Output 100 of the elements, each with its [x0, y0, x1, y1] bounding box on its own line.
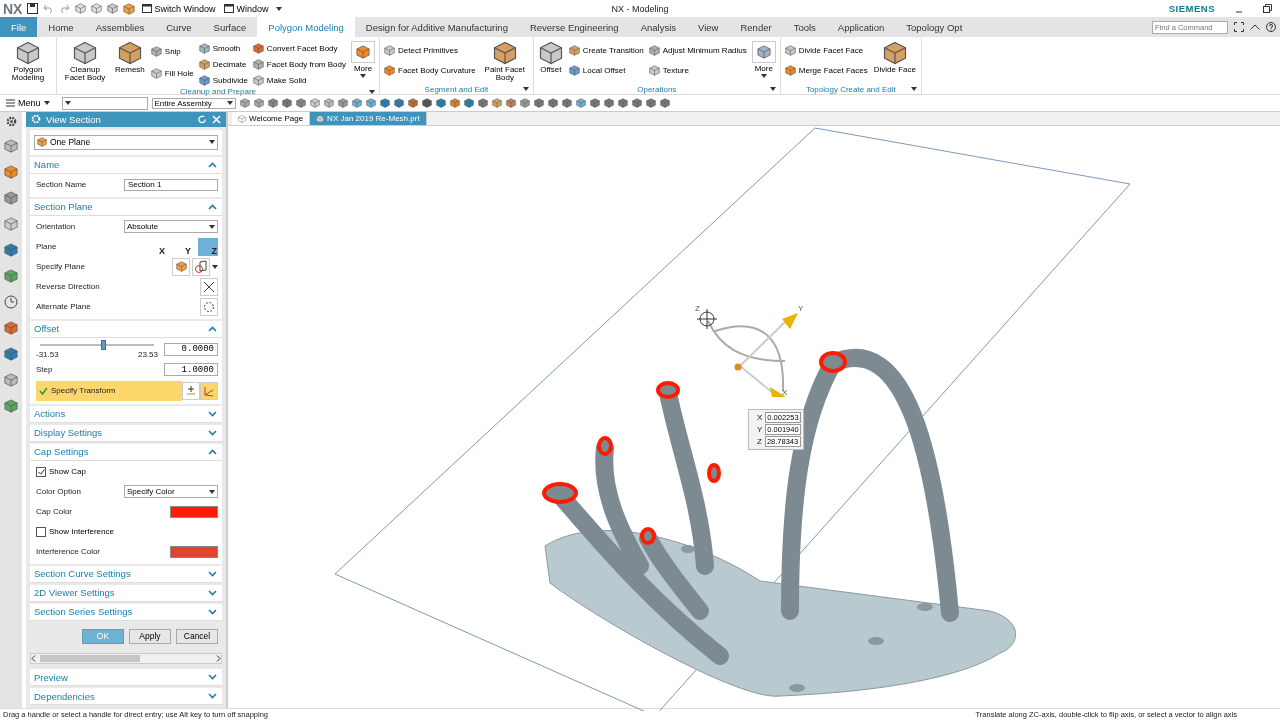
ribbon-tab[interactable]: Analysis	[629, 17, 688, 37]
ribbon-button[interactable]: Local Offset	[568, 63, 644, 78]
ribbon-button[interactable]: Remesh	[114, 41, 146, 75]
dropdown[interactable]: Specify Color	[124, 485, 218, 499]
transform-selector[interactable]: Specify Transform	[36, 380, 182, 401]
csys-button[interactable]	[200, 381, 218, 400]
restore-icon[interactable]	[1263, 4, 1272, 13]
dropdown[interactable]: Absolute	[124, 220, 218, 234]
ribbon-button[interactable]: Smooth	[198, 41, 248, 55]
help-icon[interactable]	[1266, 22, 1276, 32]
clock-icon[interactable]	[4, 295, 18, 309]
filter-dropdown[interactable]	[61, 96, 148, 110]
ribbon-button[interactable]: Cleanup Facet Body	[61, 41, 109, 83]
plane-button[interactable]: Z	[198, 237, 218, 256]
gear-icon[interactable]	[5, 116, 17, 127]
ribbon-button[interactable]: Merge Facet Faces	[784, 63, 868, 78]
ribbon-button[interactable]: Adjust Minimum Radius	[648, 43, 747, 58]
ribbon-button[interactable]: Snip	[150, 44, 194, 58]
ribbon-button[interactable]: Polygon Modeling	[4, 41, 52, 83]
ribbon-tab[interactable]: Tools	[782, 17, 827, 37]
ribbon-tab[interactable]: Design for Additive Manufacturing	[354, 17, 519, 37]
offset-slider[interactable]	[40, 339, 154, 350]
expand-icon[interactable]	[208, 429, 217, 436]
collapse-icon[interactable]	[208, 325, 217, 332]
collapse-icon[interactable]	[208, 161, 217, 168]
section-header[interactable]: Name	[34, 159, 60, 171]
point-button[interactable]	[182, 381, 200, 400]
caret-icon	[910, 87, 917, 91]
plane-tool-button[interactable]	[192, 257, 210, 276]
scroll-right-icon[interactable]	[216, 654, 221, 662]
ribbon-tab[interactable]: Surface	[202, 17, 258, 37]
ribbon-tab[interactable]: Topology Opt	[895, 17, 974, 37]
slider-thumb[interactable]	[100, 339, 106, 350]
save-icon[interactable]	[27, 3, 39, 14]
ribbon-tab[interactable]: Curve	[155, 17, 203, 37]
bracket-drawing[interactable]	[542, 349, 1017, 697]
reset-icon[interactable]	[198, 114, 207, 124]
ribbon-button[interactable]: Divide Facet Face	[784, 43, 868, 58]
quick-access-button[interactable]: Switch Window	[140, 3, 218, 14]
section-header[interactable]: Cap Settings	[34, 446, 89, 458]
expand-icon[interactable]	[208, 410, 217, 417]
plane-button[interactable]: X	[146, 237, 166, 256]
section-header[interactable]: Preview	[34, 671, 68, 683]
menu-button[interactable]: Menu	[6, 98, 58, 108]
ribbon-button[interactable]: Decimate	[198, 57, 248, 71]
close-icon[interactable]	[212, 114, 221, 124]
expand-icon[interactable]	[208, 589, 217, 596]
collapse-icon[interactable]	[208, 203, 217, 210]
fullscreen-icon[interactable]	[1234, 22, 1244, 32]
ribbon-tab[interactable]: Assemblies	[84, 17, 156, 37]
expand-icon[interactable]	[208, 570, 217, 577]
ribbon-tab[interactable]: Render	[729, 17, 783, 37]
document-tab[interactable]: Welcome Page	[232, 112, 311, 125]
undo-icon[interactable]	[43, 4, 55, 13]
collapse-icon[interactable]	[208, 448, 217, 455]
ribbon-button[interactable]: Detect Primitives	[384, 43, 476, 58]
ribbon-button[interactable]: Convert Facet Body	[252, 41, 346, 55]
ribbon-button[interactable]: Paint Facet Body	[480, 41, 529, 83]
ribbon-button[interactable]: Texture	[648, 63, 747, 78]
reverse-button[interactable]	[200, 277, 218, 296]
ribbon-button[interactable]: Facet Body Curvature	[384, 63, 476, 78]
scrollbar-thumb[interactable]	[40, 654, 140, 662]
gizmo-drawing[interactable]	[696, 308, 798, 397]
dialog-button[interactable]: Apply	[129, 628, 171, 644]
section-header[interactable]: Actions	[34, 408, 66, 420]
checkbox[interactable]: Show Interference	[36, 526, 114, 537]
plane-button[interactable]: Y	[172, 237, 192, 256]
ribbon-tab[interactable]: Reverse Engineering	[518, 17, 630, 37]
expand-icon[interactable]	[208, 674, 217, 680]
number-field[interactable]: 0.0000	[164, 342, 218, 356]
ribbon-button[interactable]: Divide Face	[872, 41, 917, 75]
expand-icon[interactable]	[208, 608, 217, 615]
tool-button[interactable]	[172, 257, 190, 276]
expand-icon[interactable]	[208, 693, 217, 699]
ribbon-tab[interactable]: Polygon Modeling	[257, 17, 355, 37]
ribbon-button[interactable]: Fill Hole	[150, 66, 194, 80]
text-field[interactable]: Section 1	[124, 178, 218, 191]
ribbon-tab[interactable]: View	[687, 17, 730, 37]
cycle-button[interactable]	[200, 297, 218, 316]
type-dropdown[interactable]: One Plane	[34, 134, 218, 150]
ribbon-button[interactable]: Facet Body from Body	[252, 57, 346, 71]
quick-access-button[interactable]: Window	[222, 3, 271, 14]
color-swatch[interactable]	[170, 505, 218, 518]
dialog-button[interactable]: Cancel	[176, 628, 218, 644]
redo-icon[interactable]	[59, 4, 71, 13]
ribbon-button[interactable]: Offset	[537, 41, 564, 75]
section-header[interactable]: Offset	[34, 323, 60, 335]
section-header[interactable]: Section Plane	[34, 201, 93, 213]
scope-dropdown[interactable]: Entire Assembly	[151, 97, 236, 109]
scroll-left-icon[interactable]	[31, 654, 36, 662]
collapse-icon[interactable]	[1250, 24, 1260, 30]
ribbon-tab[interactable]: Application	[826, 17, 896, 37]
ribbon-button[interactable]: Subdivide	[198, 73, 248, 87]
color-swatch[interactable]	[170, 545, 218, 558]
ribbon-tab[interactable]: Home	[37, 17, 85, 37]
checkbox[interactable]: Show Cap	[36, 466, 86, 477]
ribbon-button[interactable]: Create Transition	[568, 43, 644, 58]
ribbon-button[interactable]: Make Solid	[252, 73, 346, 87]
caret-icon	[769, 87, 776, 91]
number-field[interactable]: 1.0000	[164, 363, 218, 377]
